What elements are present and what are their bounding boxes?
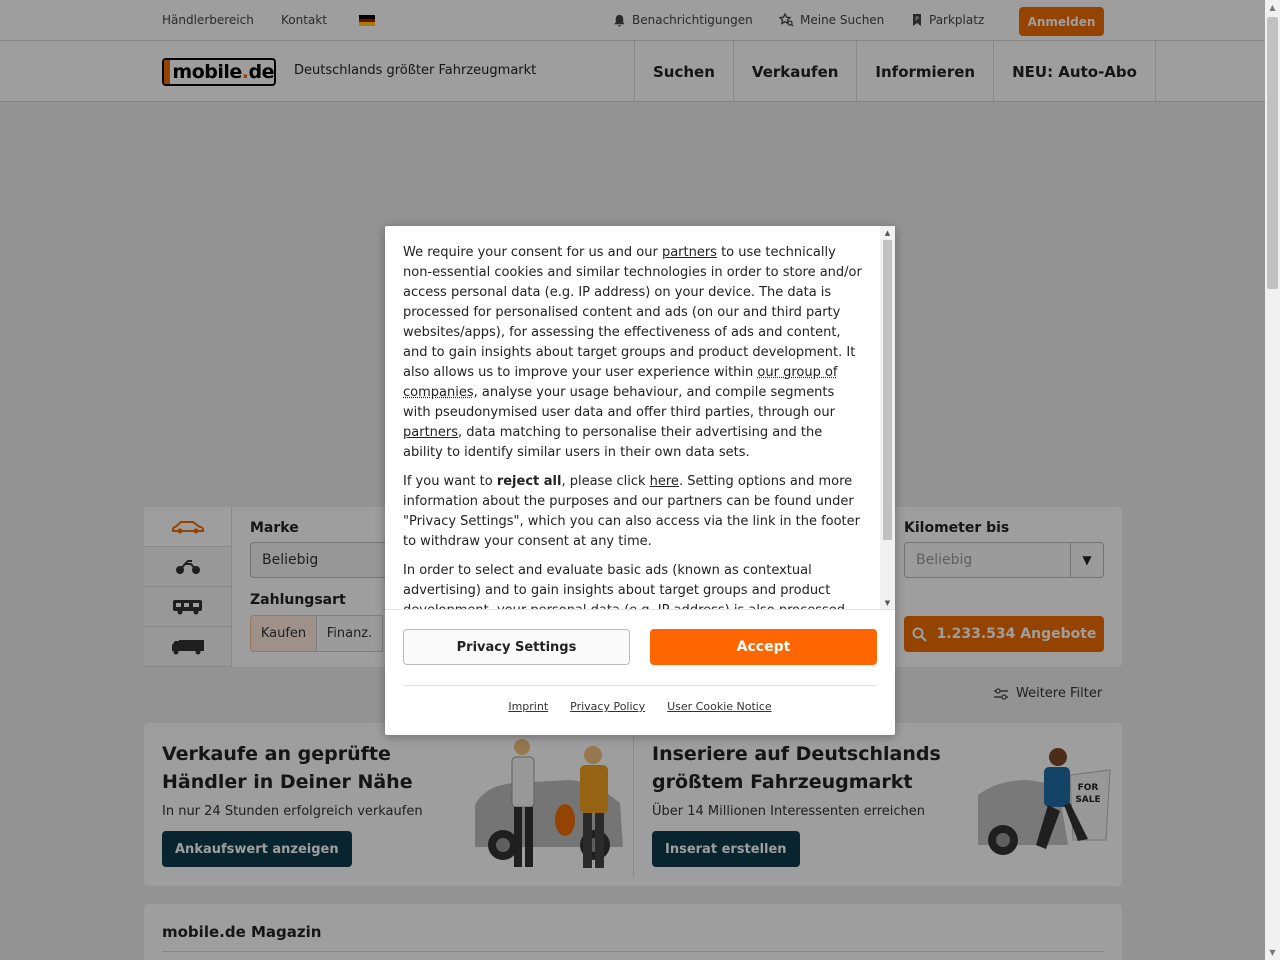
consent-scrollbar[interactable]: ▲ ▼	[880, 226, 895, 609]
cookie-consent-dialog: We require your consent for us and our p…	[385, 226, 895, 735]
privacy-settings-button[interactable]: Privacy Settings	[403, 629, 630, 665]
consent-footer: Privacy Settings Accept Imprint Privacy …	[385, 609, 895, 735]
accept-button[interactable]: Accept	[650, 629, 877, 665]
consent-paragraph-3: In order to select and evaluate basic ad…	[403, 561, 862, 609]
consent-footer-links: Imprint Privacy Policy User Cookie Notic…	[385, 700, 895, 713]
partners-link[interactable]: partners	[662, 245, 717, 260]
consent-paragraph-2: If you want to reject all, please click …	[403, 472, 862, 552]
consent-scroll-thumb[interactable]	[883, 240, 892, 540]
cookie-notice-link[interactable]: User Cookie Notice	[667, 700, 772, 713]
consent-footer-divider	[403, 685, 877, 686]
partners-link-2[interactable]: partners	[403, 425, 458, 440]
imprint-link[interactable]: Imprint	[508, 700, 548, 713]
consent-paragraph-1: We require your consent for us and our p…	[403, 243, 862, 463]
page-scroll-thumb[interactable]	[1267, 17, 1278, 289]
consent-scroll-up-icon[interactable]: ▲	[880, 226, 895, 239]
consent-scroll-down-icon[interactable]: ▼	[880, 596, 895, 609]
page-scrollbar[interactable]: ▲ ▼	[1265, 0, 1280, 960]
scroll-down-arrow-icon[interactable]: ▼	[1265, 945, 1280, 960]
reject-all-link[interactable]: here	[650, 474, 679, 489]
scroll-up-arrow-icon[interactable]: ▲	[1265, 0, 1280, 15]
consent-text: We require your consent for us and our p…	[385, 226, 880, 609]
privacy-policy-link[interactable]: Privacy Policy	[570, 700, 645, 713]
